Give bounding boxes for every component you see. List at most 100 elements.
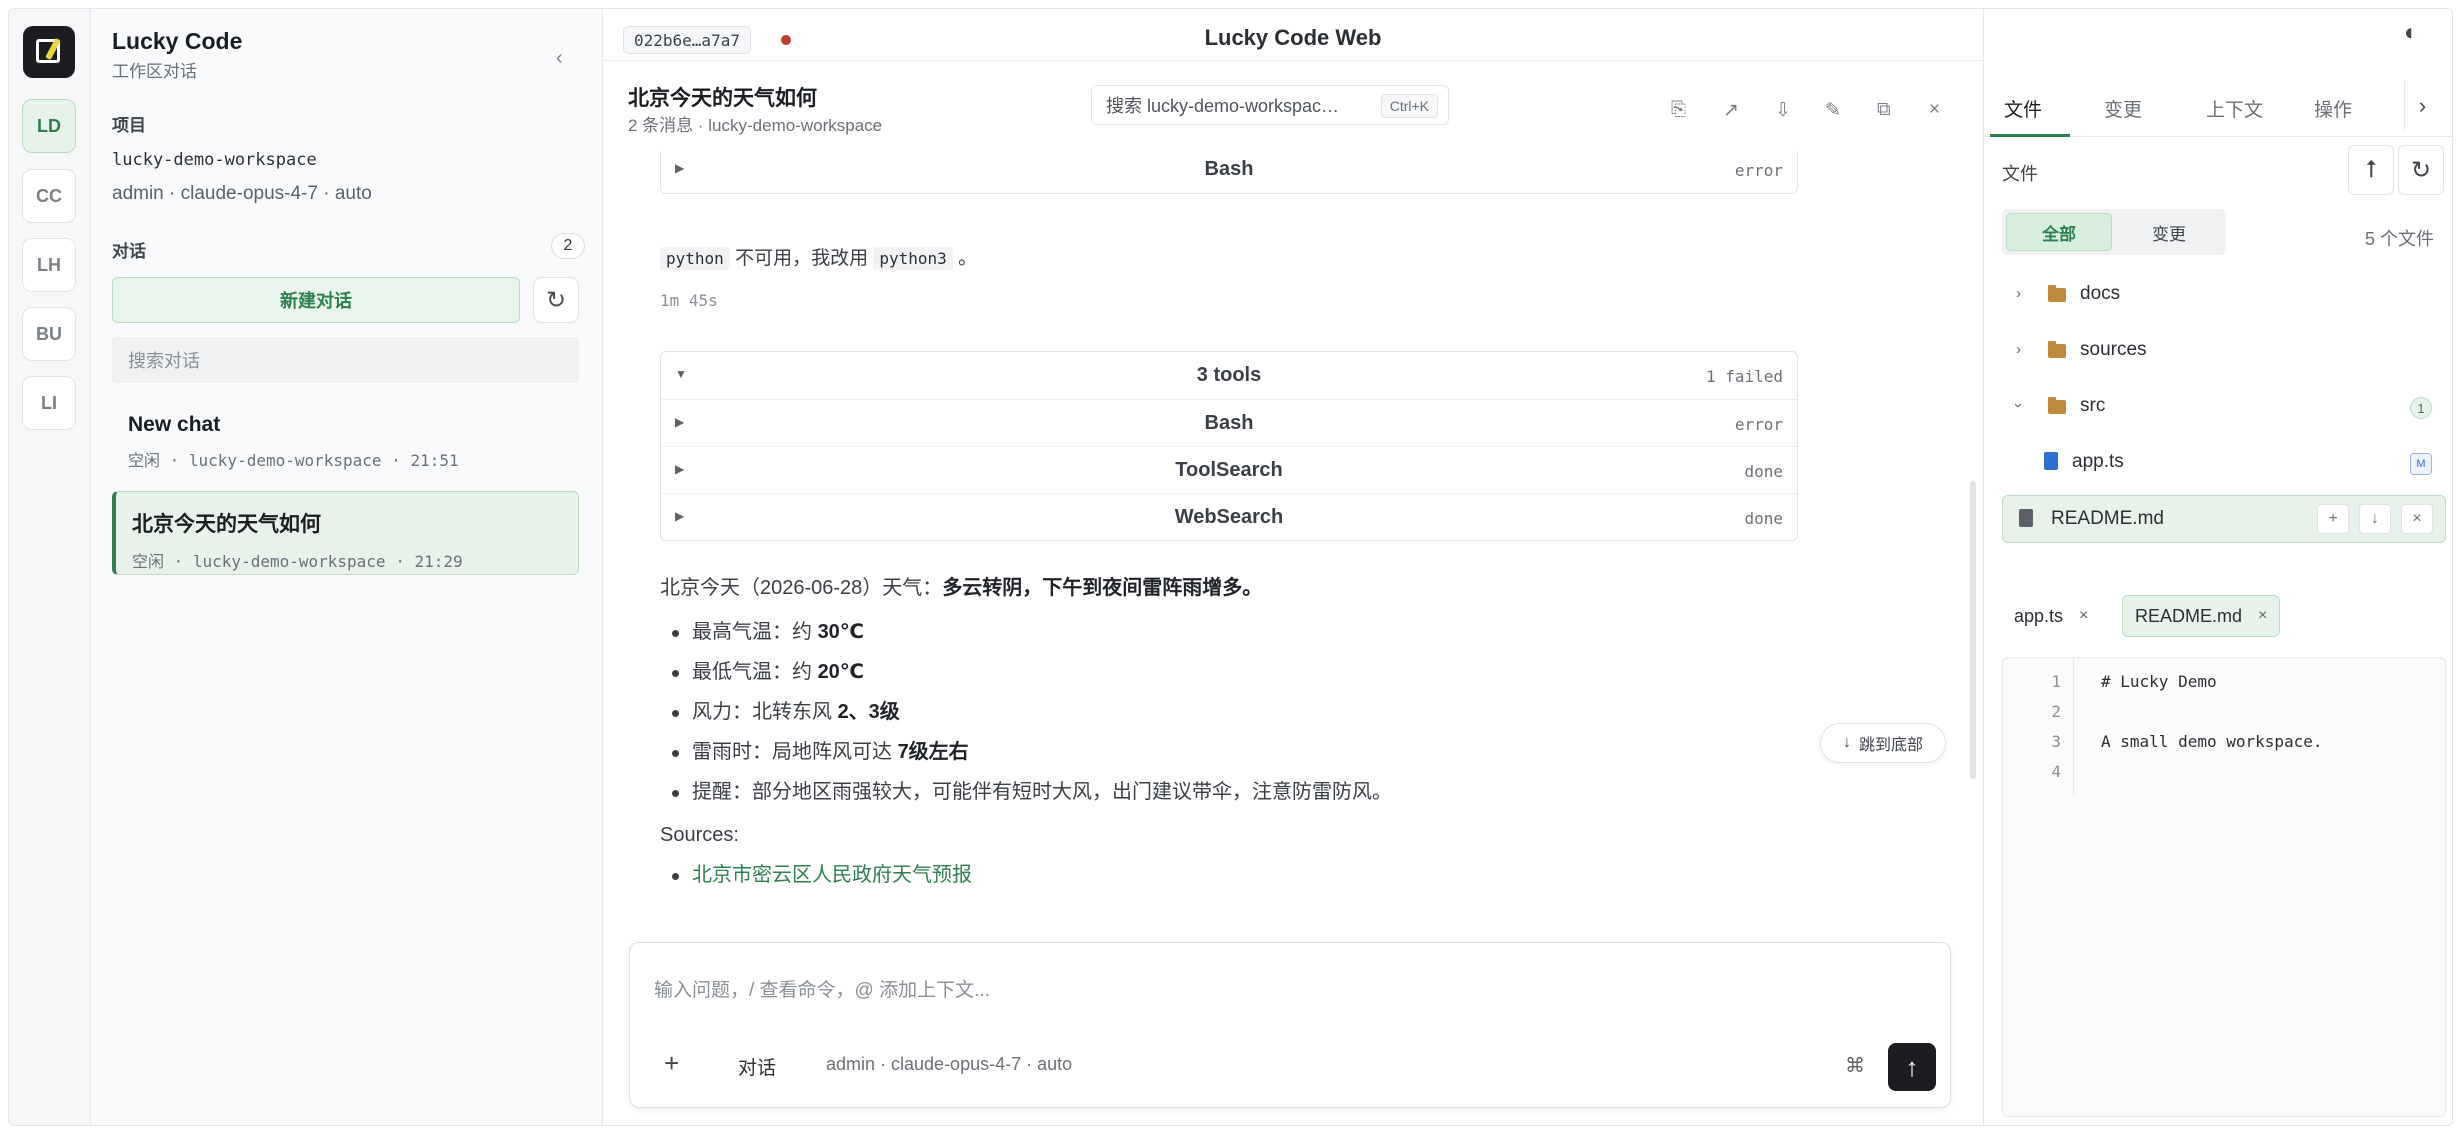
- chevron-right-icon: ›: [2016, 341, 2021, 358]
- chat-meta: 空闲 · lucky-demo-workspace · 21:51: [128, 451, 459, 470]
- chats-label: 对话: [112, 242, 146, 261]
- tab-changes[interactable]: 变更: [2104, 95, 2142, 122]
- item-value: 7级左右: [897, 741, 969, 763]
- tab-actions[interactable]: 操作: [2314, 95, 2352, 122]
- file-icon: [2019, 509, 2033, 527]
- duplicate-icon[interactable]: ⧉: [1877, 99, 1891, 121]
- chevron-down-icon: ›: [2010, 403, 2027, 408]
- tool-name: ToolSearch: [1175, 459, 1283, 481]
- tab-files[interactable]: 文件: [2004, 95, 2042, 122]
- item-label: 风力：北转东风: [692, 701, 838, 723]
- change-count-badge: 1: [2410, 397, 2432, 419]
- search-chats-input[interactable]: 搜索对话: [112, 337, 579, 383]
- item-label: 最低气温：约: [692, 661, 818, 683]
- next-tab-icon[interactable]: ›: [2404, 81, 2440, 131]
- chat-item-new-chat[interactable]: New chat 空闲 · lucky-demo-workspace · 21:…: [112, 397, 579, 481]
- collapse-sidebar-icon[interactable]: ‹: [556, 47, 563, 70]
- tool-call-bash[interactable]: ▶ Bash error: [660, 151, 1798, 194]
- file-icon: [2044, 452, 2058, 470]
- item-label: 提醒：部分地区雨强较大，可能伴有短时大风，出门建议带伞，注意防雷防风。: [692, 781, 1392, 803]
- tree-file-readme[interactable]: README.md + ↓ ×: [2002, 495, 2446, 543]
- model-meta[interactable]: admin · claude-opus-4-7 · auto: [826, 1054, 1072, 1075]
- copy-icon[interactable]: ⎘: [1671, 99, 1686, 121]
- project-label: 项目: [112, 116, 146, 135]
- tree-folder-docs[interactable]: › docs: [2002, 271, 2446, 319]
- tree-folder-sources[interactable]: › sources: [2002, 327, 2446, 375]
- jump-to-bottom-button[interactable]: ↓ 跳到底部: [1820, 723, 1946, 763]
- filter-all[interactable]: 全部: [2006, 213, 2112, 251]
- item-label: 最高气温：约: [692, 621, 818, 643]
- parent-folder-button[interactable]: ⭡: [2348, 145, 2394, 195]
- close-tab-icon[interactable]: ×: [2079, 607, 2088, 625]
- workspace-cc[interactable]: CC: [22, 169, 76, 223]
- app-logo[interactable]: [23, 26, 75, 78]
- tree-folder-src[interactable]: › src 1: [2002, 383, 2446, 431]
- close-tab-icon[interactable]: ×: [2258, 607, 2267, 625]
- chat-item-beijing-weather[interactable]: 北京今天的天气如何 空闲 · lucky-demo-workspace · 21…: [112, 491, 579, 575]
- theme-toggle-icon[interactable]: ◐: [2404, 19, 2419, 47]
- workspace-lh[interactable]: LH: [22, 238, 76, 292]
- project-name: lucky-demo-workspace: [112, 150, 317, 170]
- add-attachment-icon[interactable]: +: [664, 1048, 679, 1079]
- tool-row[interactable]: ▶ ToolSearch done: [661, 446, 1797, 493]
- editor-tab-app-ts[interactable]: app.ts ×: [2002, 595, 2100, 637]
- folder-name: src: [2080, 395, 2106, 416]
- tab-context[interactable]: 上下文: [2206, 95, 2263, 122]
- editor-tab-readme[interactable]: README.md ×: [2122, 595, 2281, 637]
- active-tab-indicator: [1990, 134, 2070, 137]
- answer-intro-text: 北京今天（2026-06-28）天气：: [660, 577, 943, 599]
- tool-name: WebSearch: [1174, 506, 1284, 528]
- answer-intro-bold: 多云转阴，下午到夜间雷阵雨增多。: [942, 577, 1263, 599]
- note-text: 不可用，我改用: [735, 248, 869, 269]
- file-editor[interactable]: 1 # Lucky Demo 2 3 A small demo workspac…: [2002, 657, 2446, 1117]
- jump-label: 跳到底部: [1858, 737, 1923, 754]
- tool-row[interactable]: ▶ WebSearch done: [661, 493, 1797, 540]
- new-chat-button[interactable]: 新建对话: [112, 277, 520, 323]
- line-number: 2: [2051, 702, 2061, 721]
- download-icon[interactable]: ⇩: [1775, 99, 1791, 122]
- tool-row[interactable]: ▶ Bash error: [661, 399, 1797, 446]
- workspace-bu[interactable]: BU: [22, 307, 76, 361]
- elapsed-time: 1m 45s: [660, 291, 718, 310]
- composer-input[interactable]: 输入问题，/ 查看命令，@ 添加上下文...: [654, 975, 990, 1002]
- workspace-ld[interactable]: LD: [22, 99, 76, 153]
- workspace-li[interactable]: LI: [22, 376, 76, 430]
- tree-file-app-ts[interactable]: app.ts M: [2002, 439, 2446, 487]
- app-window: LD CC LH BU LI Lucky Code 工作区对话 ‹ 项目 luc…: [8, 8, 2453, 1126]
- tool-status: error: [1734, 161, 1783, 180]
- close-icon[interactable]: ×: [1929, 99, 1940, 121]
- tool-status: done: [1744, 509, 1783, 528]
- share-icon[interactable]: ↗: [1723, 99, 1739, 122]
- add-file-icon[interactable]: +: [2317, 504, 2349, 534]
- download-file-icon[interactable]: ↓: [2359, 504, 2391, 534]
- close-file-icon[interactable]: ×: [2401, 504, 2433, 534]
- command-icon[interactable]: ⌘: [1845, 1053, 1865, 1078]
- tool-group-title: 3 tools: [1196, 364, 1262, 386]
- tool-group[interactable]: ▼ 3 tools 1 failed ▶ Bash error ▶ ToolSe…: [660, 351, 1798, 541]
- message-composer[interactable]: 输入问题，/ 查看命令，@ 添加上下文... + 对话 admin · clau…: [629, 942, 1951, 1108]
- file-count: 5 个文件: [2364, 229, 2434, 249]
- mode-selector[interactable]: 对话: [738, 1053, 776, 1080]
- chats-count-badge: 2: [551, 233, 585, 259]
- list-item: 最低气温：约 20℃: [660, 652, 1820, 692]
- arrow-up-icon: ⭡: [2365, 156, 2377, 183]
- edit-icon[interactable]: ✎: [1825, 99, 1841, 122]
- refresh-files-button[interactable]: ↻: [2398, 145, 2444, 195]
- conversation-search-input[interactable]: 搜索 lucky-demo-workspac… Ctrl+K: [1091, 85, 1449, 125]
- message-scroll-area[interactable]: ▶ Bash error python 不可用，我改用 python3 。 1m…: [603, 151, 1983, 941]
- filter-changes[interactable]: 变更: [2116, 213, 2222, 251]
- assistant-note: python 不可用，我改用 python3 。: [660, 243, 977, 270]
- panel-tabs: 文件 变更 上下文 操作: [1984, 77, 2452, 137]
- tool-row[interactable]: ▶ Bash error: [661, 151, 1797, 193]
- tool-group-header[interactable]: ▼ 3 tools 1 failed: [661, 352, 1797, 399]
- line-content: A small demo workspace.: [2101, 732, 2323, 751]
- arrow-down-icon: ↓: [1842, 734, 1851, 751]
- editor-tab-label: README.md: [2135, 605, 2243, 626]
- scrollbar[interactable]: [1970, 481, 1976, 779]
- line-number: 1: [2051, 672, 2061, 691]
- source-link[interactable]: 北京市密云区人民政府天气预报: [692, 864, 972, 886]
- send-button[interactable]: ↑: [1888, 1043, 1936, 1091]
- inline-code: python3: [873, 247, 953, 270]
- files-label: 文件: [2002, 164, 2038, 184]
- refresh-chats-button[interactable]: ↻: [533, 277, 579, 323]
